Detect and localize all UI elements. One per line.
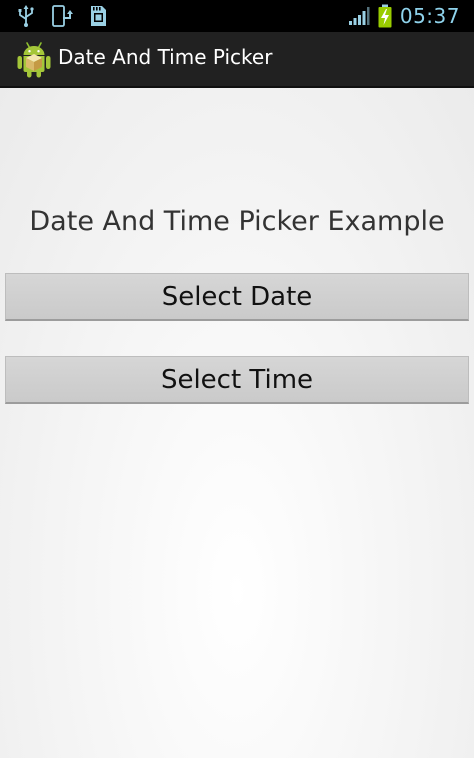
- status-bar-system: 05:37: [348, 2, 460, 30]
- main-content: Date And Time Picker Example Select Date…: [0, 88, 474, 758]
- status-bar: 05:37: [0, 0, 474, 32]
- page-heading: Date And Time Picker Example: [29, 206, 445, 237]
- sd-card-icon: [91, 6, 106, 26]
- action-bar: Date And Time Picker: [0, 32, 474, 88]
- usb-icon: [18, 5, 34, 27]
- signal-icon: [348, 7, 370, 25]
- status-bar-notifications: [14, 4, 110, 28]
- android-app-icon[interactable]: [16, 40, 52, 78]
- select-date-button[interactable]: Select Date: [5, 273, 469, 321]
- select-time-button[interactable]: Select Time: [5, 356, 469, 404]
- battery-charging-icon: [378, 4, 392, 28]
- status-clock: 05:37: [399, 4, 460, 28]
- app-title: Date And Time Picker: [58, 45, 273, 69]
- phone-sync-icon: [52, 5, 73, 27]
